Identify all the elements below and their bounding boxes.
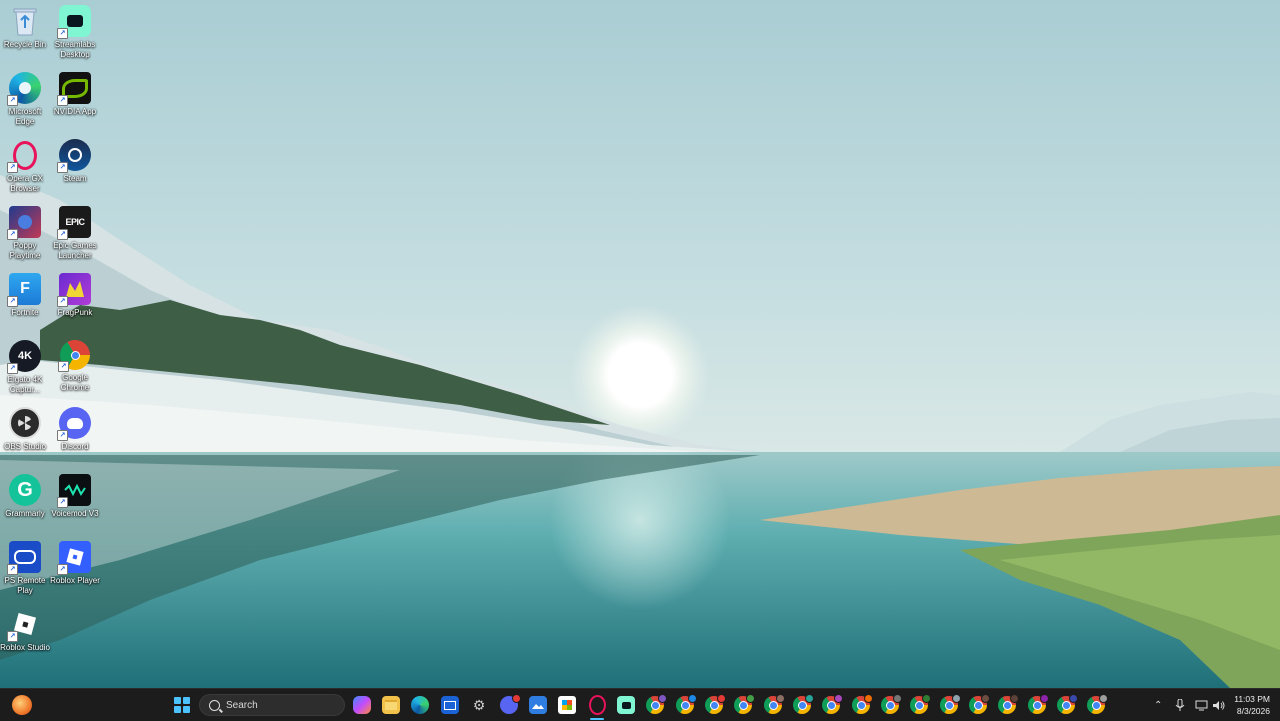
desktop-icon-label: Epic Games Launcher bbox=[53, 241, 97, 260]
desktop-icon-voicemod[interactable]: ↗ Voicemod V3 bbox=[50, 469, 100, 533]
weather-widget-icon[interactable] bbox=[12, 695, 32, 715]
desktop-icon-epic-games[interactable]: EPIC ↗ Epic Games Launcher bbox=[50, 201, 100, 265]
mail-icon[interactable] bbox=[441, 696, 459, 714]
elgato-4k-icon: 4K ↗ bbox=[7, 340, 41, 374]
copilot-icon[interactable] bbox=[353, 696, 371, 714]
discord-icon: ↗ bbox=[57, 407, 91, 441]
desktop-icon-grammarly[interactable]: G Grammarly bbox=[0, 469, 50, 533]
desktop-icon-label: Streamlabs Desktop bbox=[54, 40, 96, 59]
desktop-icon-opera-gx[interactable]: ↗ Opera GX Browser bbox=[0, 134, 50, 198]
taskbar-search-box[interactable]: Search bbox=[199, 694, 345, 716]
recycle-bin-icon bbox=[9, 5, 41, 37]
desktop-icon-ps-remote-play[interactable]: ↗ PS Remote Play bbox=[0, 536, 50, 600]
chrome-profile-8-icon[interactable] bbox=[852, 694, 873, 714]
voicemod-icon: ↗ bbox=[57, 474, 91, 508]
roblox-studio-icon: ↗ bbox=[7, 608, 41, 642]
microphone-icon[interactable] bbox=[1175, 689, 1185, 721]
clock-date: 8/3/2026 bbox=[1236, 706, 1270, 716]
desktop-icon-roblox-studio[interactable]: ↗ Roblox Studio bbox=[0, 603, 50, 667]
chrome-profile-15-icon[interactable] bbox=[1057, 694, 1078, 714]
network-icon[interactable] bbox=[1195, 689, 1208, 721]
poppy-playtime-icon: ↗ bbox=[7, 206, 41, 240]
desktop-wallpaper bbox=[0, 0, 1280, 688]
chrome-profile-3-icon[interactable] bbox=[705, 694, 726, 714]
settings-gear-icon[interactable]: ⚙ bbox=[470, 696, 488, 714]
desktop-icon-recycle-bin[interactable]: Recycle Bin bbox=[0, 0, 50, 64]
start-button[interactable] bbox=[174, 697, 190, 713]
desktop-icon-label: NVIDIA App bbox=[53, 107, 97, 116]
desktop-icon-label: Poppy Playtime bbox=[9, 241, 41, 260]
desktop-icon-label: Steam bbox=[63, 174, 87, 183]
fortnite-icon: F ↗ bbox=[7, 273, 41, 307]
obs-icon bbox=[9, 407, 41, 439]
ps-remote-play-icon: ↗ bbox=[7, 541, 41, 575]
desktop-icon-microsoft-edge[interactable]: ↗ Microsoft Edge bbox=[0, 67, 50, 131]
discord-taskbar-icon[interactable] bbox=[500, 694, 521, 714]
desktop-icon-label: Fortnite bbox=[11, 308, 39, 317]
grammarly-icon: G bbox=[9, 474, 41, 506]
opera-gx-taskbar-icon[interactable] bbox=[588, 695, 606, 715]
volume-icon[interactable] bbox=[1212, 689, 1225, 721]
chrome-profile-13-icon[interactable] bbox=[998, 694, 1019, 714]
desktop-icon-fortnite[interactable]: F ↗ Fortnite bbox=[0, 268, 50, 332]
chrome-profile-4-icon[interactable] bbox=[734, 694, 755, 714]
edge-icon: ↗ bbox=[7, 72, 41, 106]
desktop-icon-poppy-playtime[interactable]: ↗ Poppy Playtime bbox=[0, 201, 50, 265]
taskbar: Search ⚙ ⌃ 11:03 PM 8/3/2026 bbox=[0, 688, 1280, 721]
chrome-profile-6-icon[interactable] bbox=[793, 694, 814, 714]
desktop-icon-label: Elgato 4K Captur... bbox=[7, 375, 43, 394]
show-hidden-icons-chevron-icon[interactable]: ⌃ bbox=[1154, 689, 1162, 721]
desktop-icon-label: Roblox Player bbox=[50, 576, 100, 585]
desktop-icon-label: Voicemod V3 bbox=[51, 509, 99, 518]
streamlabs-icon: ↗ bbox=[57, 5, 91, 39]
photos-icon[interactable] bbox=[529, 696, 547, 714]
file-explorer-icon[interactable] bbox=[382, 696, 400, 714]
chrome-profile-14-icon[interactable] bbox=[1028, 694, 1049, 714]
desktop-icon-label: Grammarly bbox=[5, 509, 45, 518]
chrome-profile-11-icon[interactable] bbox=[940, 694, 961, 714]
edge-taskbar-icon[interactable] bbox=[411, 696, 429, 714]
opera-gx-icon: ↗ bbox=[7, 139, 41, 173]
chrome-icon: ↗ bbox=[58, 340, 90, 372]
desktop-icon-label: Discord bbox=[61, 442, 89, 451]
desktop-icon-streamlabs[interactable]: ↗ Streamlabs Desktop bbox=[50, 0, 100, 64]
chrome-profile-5-icon[interactable] bbox=[764, 694, 785, 714]
desktop-icon-label: Microsoft Edge bbox=[8, 107, 42, 126]
fragpunk-icon: ↗ bbox=[57, 273, 91, 307]
desktop-icon-label: Google Chrome bbox=[60, 373, 90, 392]
desktop-icon-nvidia-app[interactable]: ↗ NVIDIA App bbox=[50, 67, 100, 131]
chrome-profile-10-icon[interactable] bbox=[910, 694, 931, 714]
desktop-icon-steam[interactable]: ↗ Steam bbox=[50, 134, 100, 198]
streamlabs-taskbar-icon[interactable] bbox=[617, 696, 635, 714]
desktop-icon-fragpunk[interactable]: ↗ FragPunk bbox=[50, 268, 100, 332]
microsoft-store-icon[interactable] bbox=[558, 696, 576, 714]
chrome-profile-1-icon[interactable] bbox=[646, 694, 667, 714]
desktop-icon-label: OBS Studio bbox=[4, 442, 46, 451]
roblox-player-icon: ↗ bbox=[57, 541, 91, 575]
desktop-icon-elgato-4k[interactable]: 4K ↗ Elgato 4K Captur... bbox=[0, 335, 50, 399]
desktop-icon-google-chrome[interactable]: ↗ Google Chrome bbox=[50, 335, 100, 399]
desktop-icon-obs-studio[interactable]: OBS Studio bbox=[0, 402, 50, 466]
desktop-icon-label: FragPunk bbox=[57, 308, 93, 317]
clock-time: 11:03 PM bbox=[1234, 694, 1270, 704]
chrome-profile-7-icon[interactable] bbox=[822, 694, 843, 714]
desktop-icon-label: Opera GX Browser bbox=[6, 174, 43, 193]
search-icon bbox=[209, 699, 220, 711]
search-placeholder: Search bbox=[226, 699, 258, 711]
desktop-icon-roblox-player[interactable]: ↗ Roblox Player bbox=[50, 536, 100, 600]
chrome-profile-2-icon[interactable] bbox=[676, 694, 697, 714]
desktop-icon-label: Roblox Studio bbox=[0, 643, 50, 652]
chrome-profile-16-icon[interactable] bbox=[1087, 694, 1108, 714]
desktop-icon-grid: Recycle Bin ↗ Streamlabs Desktop ↗ Micro… bbox=[0, 0, 110, 688]
steam-icon: ↗ bbox=[57, 139, 91, 173]
taskbar-clock[interactable]: 11:03 PM 8/3/2026 bbox=[1234, 693, 1270, 717]
chrome-profile-9-icon[interactable] bbox=[881, 694, 902, 714]
chrome-profile-12-icon[interactable] bbox=[969, 694, 990, 714]
epic-games-icon: EPIC ↗ bbox=[57, 206, 91, 240]
nvidia-icon: ↗ bbox=[57, 72, 91, 106]
desktop-icon-label: PS Remote Play bbox=[4, 576, 46, 595]
desktop-icon-discord[interactable]: ↗ Discord bbox=[50, 402, 100, 466]
desktop-icon-label: Recycle Bin bbox=[3, 40, 47, 49]
